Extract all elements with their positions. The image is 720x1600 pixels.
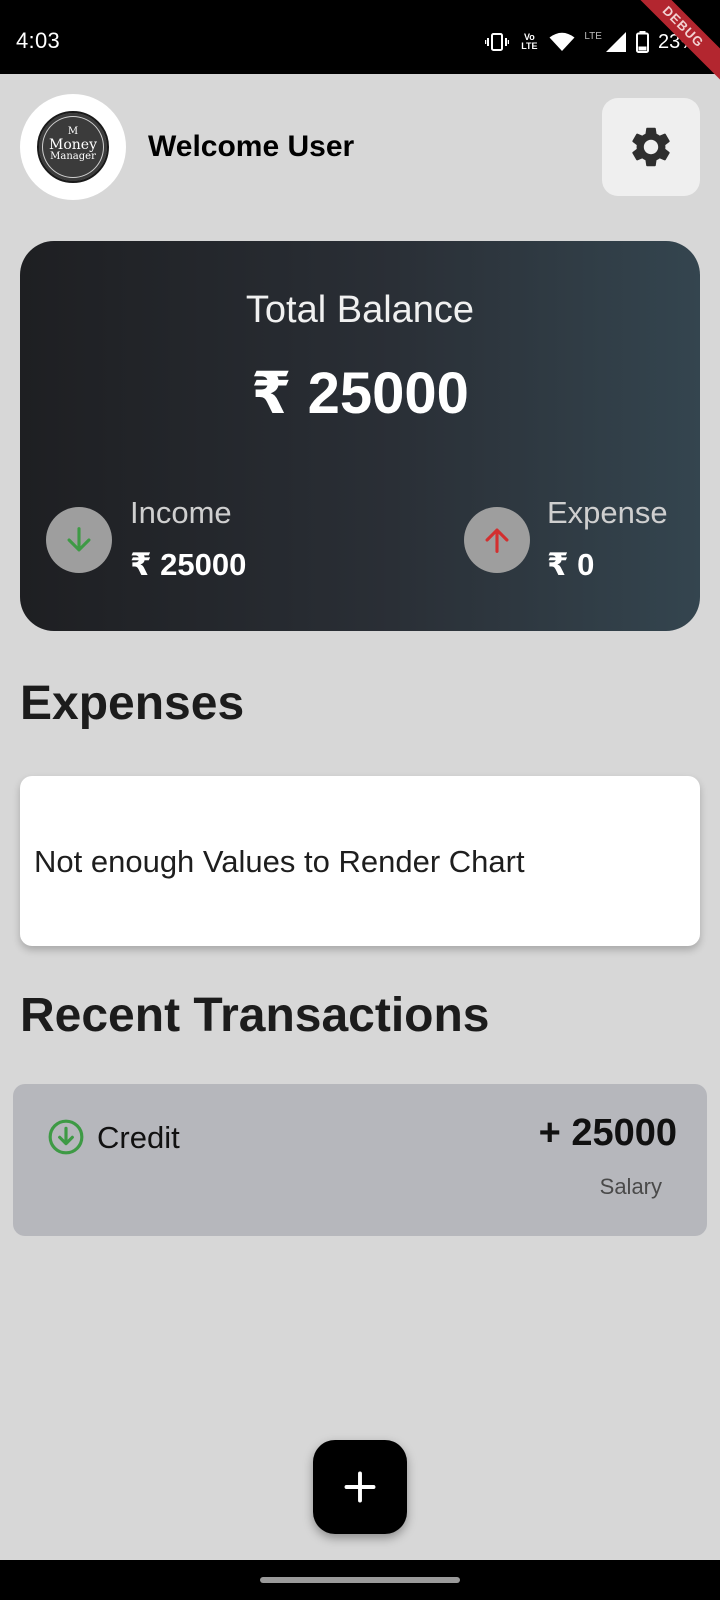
transaction-row[interactable]: Credit + 25000 Salary [13, 1084, 707, 1236]
vibrate-icon [485, 33, 510, 51]
welcome-title: Welcome User [148, 130, 355, 163]
income-value: ₹ 25000 [130, 547, 247, 582]
balance-card: Total Balance ₹ 25000 Income ₹ 25000 Exp… [20, 241, 700, 631]
arrow-up-icon [485, 528, 509, 553]
transaction-amount: + 25000 [538, 1112, 677, 1154]
recent-transactions-heading: Recent Transactions [20, 989, 490, 1042]
total-balance-label: Total Balance [245, 289, 475, 331]
arrow-circle-down-icon [48, 1119, 84, 1155]
logo-text-money: Money [49, 136, 97, 153]
transaction-category: Salary [599, 1174, 662, 1199]
signal-icon [605, 32, 626, 52]
logo-text-manager: Manager [50, 151, 96, 163]
wifi-icon [549, 32, 575, 51]
expense-value: ₹ 0 [547, 547, 595, 582]
status-bar: 4:03 Vo LTE LTE 23% DEBUG [0, 0, 720, 88]
system-nav-bar [0, 1560, 720, 1600]
income-label: Income [130, 495, 232, 530]
gear-icon [632, 127, 670, 167]
expenses-chart-card: Not enough Values to Render Chart [20, 776, 700, 946]
logo-emblem: M Money Manager [37, 111, 109, 183]
app-logo: M Money Manager [20, 94, 126, 200]
battery-icon [635, 31, 649, 53]
chart-empty-message: Not enough Values to Render Chart [34, 844, 525, 879]
income-icon-circle [46, 507, 112, 573]
home-gesture-handle[interactable] [260, 1577, 460, 1583]
expense-icon-circle [464, 507, 530, 573]
add-transaction-button[interactable] [313, 1440, 407, 1534]
volte-icon: Vo LTE [521, 32, 538, 51]
expenses-heading: Expenses [20, 677, 245, 730]
plus-icon [344, 1471, 376, 1503]
status-time: 4:03 [16, 28, 61, 53]
arrow-down-icon [67, 527, 91, 552]
transaction-type: Credit [97, 1120, 180, 1155]
total-balance-amount: ₹ 25000 [251, 361, 469, 426]
expense-label: Expense [547, 495, 668, 530]
settings-button[interactable] [602, 98, 700, 196]
status-icons: Vo LTE LTE 23% [485, 29, 698, 55]
lte-label: LTE [584, 30, 602, 42]
